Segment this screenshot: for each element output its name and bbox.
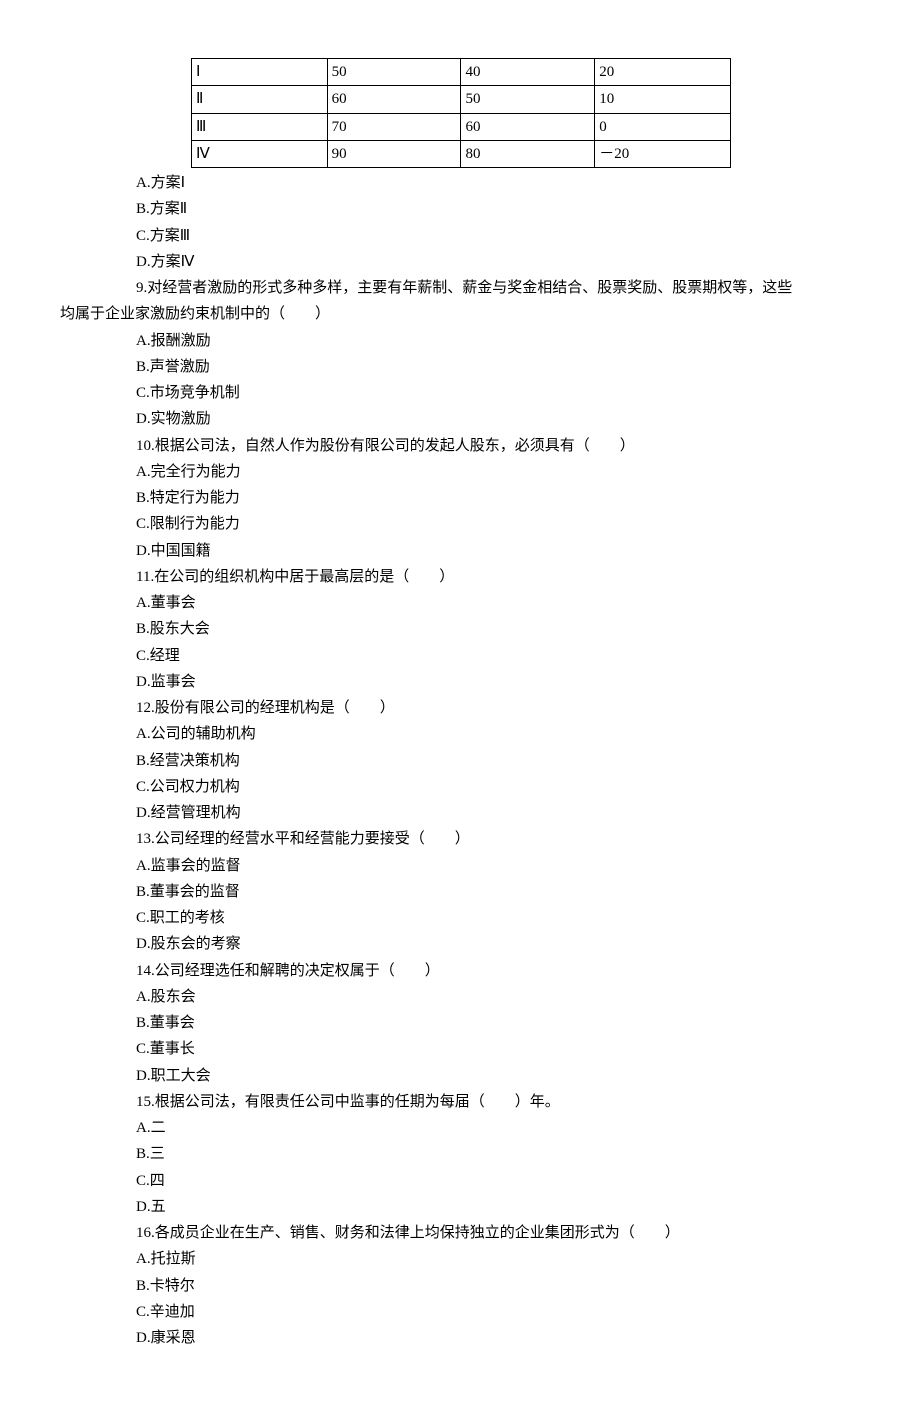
table-row: Ⅲ 70 60 0	[192, 113, 731, 140]
cell: 40	[461, 59, 595, 86]
q13: 13.公司经理的经营水平和经营能力要接受（ ） A.监事会的监督 B.董事会的监…	[60, 826, 860, 957]
option-a: A.方案Ⅰ	[136, 170, 860, 196]
q12-stem: 12.股份有限公司的经理机构是（ ）	[60, 695, 860, 721]
option-d: D.股东会的考察	[136, 931, 860, 957]
option-b: B.声誉激励	[136, 354, 860, 380]
q11-stem: 11.在公司的组织机构中居于最高层的是（ ）	[60, 564, 860, 590]
option-d: D.五	[136, 1194, 860, 1220]
option-b: B.股东大会	[136, 616, 860, 642]
option-a: A.托拉斯	[136, 1246, 860, 1272]
cell: 10	[595, 86, 731, 113]
cell: Ⅲ	[192, 113, 328, 140]
table-row: Ⅱ 60 50 10	[192, 86, 731, 113]
option-c: C.四	[136, 1168, 860, 1194]
q14: 14.公司经理选任和解聘的决定权属于（ ） A.股东会 B.董事会 C.董事长 …	[60, 958, 860, 1089]
q11: 11.在公司的组织机构中居于最高层的是（ ） A.董事会 B.股东大会 C.经理…	[60, 564, 860, 695]
option-b: B.卡特尔	[136, 1273, 860, 1299]
cell: 50	[461, 86, 595, 113]
option-d: D.监事会	[136, 669, 860, 695]
option-c: C.经理	[136, 643, 860, 669]
option-c: C.公司权力机构	[136, 774, 860, 800]
cell: 60	[327, 86, 461, 113]
cell: 80	[461, 140, 595, 167]
q9-stem-line2: 均属于企业家激励约束机制中的（ ）	[60, 301, 860, 327]
option-a: A.股东会	[136, 984, 860, 1010]
table-row: Ⅰ 50 40 20	[192, 59, 731, 86]
option-d: D.职工大会	[136, 1063, 860, 1089]
option-a: A.完全行为能力	[136, 459, 860, 485]
option-a: A.公司的辅助机构	[136, 721, 860, 747]
q13-stem: 13.公司经理的经营水平和经营能力要接受（ ）	[60, 826, 860, 852]
option-b: B.方案Ⅱ	[136, 196, 860, 222]
q16-stem: 16.各成员企业在生产、销售、财务和法律上均保持独立的企业集团形式为（ ）	[60, 1220, 860, 1246]
option-c: C.方案Ⅲ	[136, 223, 860, 249]
page: Ⅰ 50 40 20 Ⅱ 60 50 10 Ⅲ 70 60 0 Ⅳ 90 80 …	[0, 0, 920, 1411]
cell: 0	[595, 113, 731, 140]
option-b: B.特定行为能力	[136, 485, 860, 511]
q15-stem: 15.根据公司法，有限责任公司中监事的任期为每届（ ）年。	[60, 1089, 860, 1115]
cell: 50	[327, 59, 461, 86]
cell: 90	[327, 140, 461, 167]
table-row: Ⅳ 90 80 －20	[192, 140, 731, 167]
option-b: B.董事会的监督	[136, 879, 860, 905]
option-a: A.二	[136, 1115, 860, 1141]
option-a: A.监事会的监督	[136, 853, 860, 879]
option-d: D.中国国籍	[136, 538, 860, 564]
cell: Ⅱ	[192, 86, 328, 113]
option-d: D.康采恩	[136, 1325, 860, 1351]
option-c: C.职工的考核	[136, 905, 860, 931]
option-c: C.限制行为能力	[136, 511, 860, 537]
option-a: A.董事会	[136, 590, 860, 616]
q9: 9.对经营者激励的形式多种多样，主要有年薪制、薪金与奖金相结合、股票奖励、股票期…	[60, 275, 860, 433]
q9-stem-line1: 9.对经营者激励的形式多种多样，主要有年薪制、薪金与奖金相结合、股票奖励、股票期…	[60, 275, 860, 301]
cell: －20	[595, 140, 731, 167]
option-d: D.方案Ⅳ	[136, 249, 860, 275]
option-b: B.董事会	[136, 1010, 860, 1036]
option-c: C.市场竞争机制	[136, 380, 860, 406]
option-a: A.报酬激励	[136, 328, 860, 354]
option-d: D.实物激励	[136, 406, 860, 432]
q14-stem: 14.公司经理选任和解聘的决定权属于（ ）	[60, 958, 860, 984]
q12: 12.股份有限公司的经理机构是（ ） A.公司的辅助机构 B.经营决策机构 C.…	[60, 695, 860, 826]
cell: 70	[327, 113, 461, 140]
option-c: C.董事长	[136, 1036, 860, 1062]
cell: Ⅳ	[192, 140, 328, 167]
q10: 10.根据公司法，自然人作为股份有限公司的发起人股东，必须具有（ ） A.完全行…	[60, 433, 860, 564]
q8-options: A.方案Ⅰ B.方案Ⅱ C.方案Ⅲ D.方案Ⅳ	[60, 170, 860, 275]
q10-stem: 10.根据公司法，自然人作为股份有限公司的发起人股东，必须具有（ ）	[60, 433, 860, 459]
option-b: B.经营决策机构	[136, 748, 860, 774]
cell: 60	[461, 113, 595, 140]
data-table: Ⅰ 50 40 20 Ⅱ 60 50 10 Ⅲ 70 60 0 Ⅳ 90 80 …	[191, 58, 731, 168]
option-d: D.经营管理机构	[136, 800, 860, 826]
q15: 15.根据公司法，有限责任公司中监事的任期为每届（ ）年。 A.二 B.三 C.…	[60, 1089, 860, 1220]
option-c: C.辛迪加	[136, 1299, 860, 1325]
option-b: B.三	[136, 1141, 860, 1167]
q16: 16.各成员企业在生产、销售、财务和法律上均保持独立的企业集团形式为（ ） A.…	[60, 1220, 860, 1351]
cell: Ⅰ	[192, 59, 328, 86]
cell: 20	[595, 59, 731, 86]
